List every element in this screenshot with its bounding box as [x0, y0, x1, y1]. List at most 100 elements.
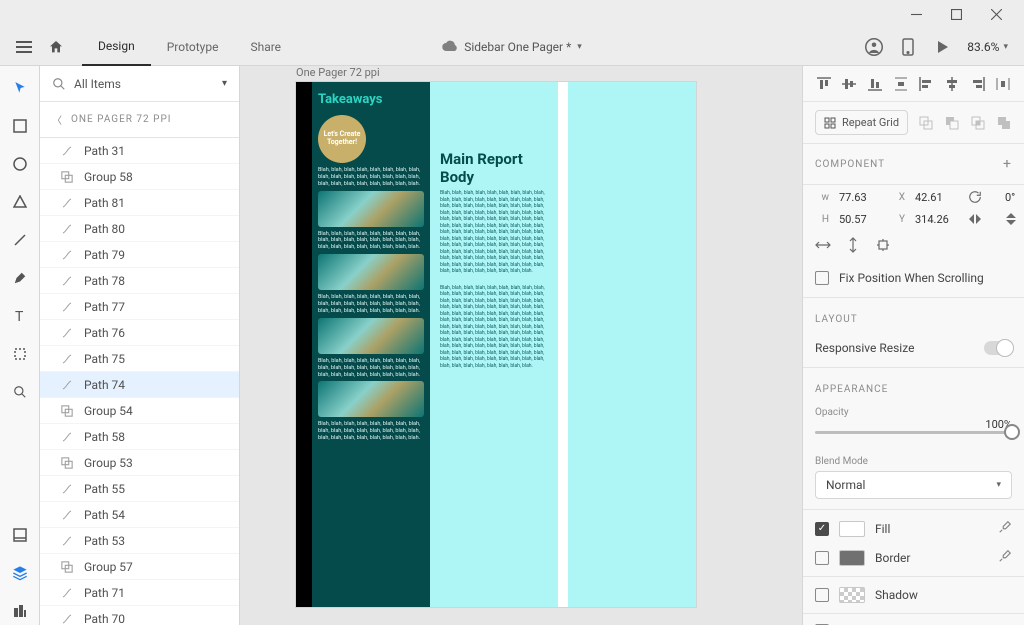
layer-row[interactable]: Path 70 [40, 606, 239, 625]
scroll-both-icon[interactable] [875, 237, 891, 253]
layer-row[interactable]: Path 53 [40, 528, 239, 554]
play-icon[interactable] [933, 38, 951, 56]
ellipse-tool[interactable] [6, 150, 34, 178]
transform-extra [803, 237, 1024, 263]
assets-panel-icon[interactable] [6, 521, 34, 549]
align-bottom-icon[interactable] [867, 76, 883, 92]
rotate-icon[interactable] [967, 189, 983, 205]
document-title-text: Sidebar One Pager * [464, 40, 571, 54]
layer-row[interactable]: Path 75 [40, 346, 239, 372]
exclude-icon[interactable] [996, 115, 1012, 131]
window-close[interactable] [984, 2, 1008, 26]
layer-row[interactable]: Group 58 [40, 164, 239, 190]
fix-position-checkbox[interactable] [815, 271, 829, 285]
rectangle-tool[interactable] [6, 112, 34, 140]
polygon-tool[interactable] [6, 188, 34, 216]
layer-row[interactable]: Path 71 [40, 580, 239, 606]
y-input[interactable] [913, 212, 959, 227]
layer-row[interactable]: Path 78 [40, 268, 239, 294]
align-left-icon[interactable] [918, 76, 934, 92]
blend-mode-select[interactable]: Normal ▾ [815, 471, 1012, 499]
subtract-icon[interactable] [944, 115, 960, 131]
layer-row[interactable]: Path 58 [40, 424, 239, 450]
layer-row[interactable]: Path 74 [40, 372, 239, 398]
opacity-slider[interactable] [815, 418, 1012, 446]
layer-row[interactable]: Path 76 [40, 320, 239, 346]
artboard[interactable]: Takeaways Let's Create Together! Blah, b… [296, 82, 696, 607]
flip-h-icon[interactable] [967, 211, 983, 227]
layer-row[interactable]: Path 80 [40, 216, 239, 242]
border-row[interactable]: Border [803, 543, 1024, 572]
align-hcenter-icon[interactable] [944, 76, 960, 92]
scroll-v-icon[interactable] [845, 237, 861, 253]
artboard-label[interactable]: One Pager 72 ppi [296, 66, 380, 79]
plugins-panel-icon[interactable] [6, 597, 34, 625]
layer-row[interactable]: Group 53 [40, 450, 239, 476]
distribute-h-icon[interactable] [995, 76, 1011, 92]
select-tool[interactable] [6, 74, 34, 102]
layer-row[interactable]: Path 81 [40, 190, 239, 216]
tab-design[interactable]: Design [82, 28, 151, 66]
layer-row[interactable]: Path 55 [40, 476, 239, 502]
add-component-button[interactable]: + [1003, 156, 1012, 172]
border-checkbox[interactable] [815, 551, 829, 565]
fill-checkbox[interactable] [815, 522, 829, 536]
layer-row[interactable]: Path 54 [40, 502, 239, 528]
distribute-v-icon[interactable] [893, 76, 909, 92]
window-maximize[interactable] [944, 2, 968, 26]
layer-row[interactable]: Path 31 [40, 138, 239, 164]
tab-prototype[interactable]: Prototype [151, 28, 235, 66]
responsive-toggle[interactable] [984, 341, 1012, 355]
shadow-swatch[interactable] [839, 587, 865, 603]
zoom-tool[interactable] [6, 378, 34, 406]
align-right-icon[interactable] [970, 76, 986, 92]
layer-row[interactable]: Group 54 [40, 398, 239, 424]
layers-panel-icon[interactable] [6, 559, 34, 587]
responsive-row[interactable]: Responsive Resize [803, 333, 1024, 363]
layer-label: Group 53 [84, 456, 133, 470]
layer-row[interactable]: Path 77 [40, 294, 239, 320]
union-icon[interactable] [918, 115, 934, 131]
window-minimize[interactable] [904, 2, 928, 26]
layers-list[interactable]: Path 31Group 58Path 81Path 80Path 79Path… [40, 138, 239, 625]
layers-breadcrumb[interactable]: 〈 ONE PAGER 72 PPI [40, 102, 239, 138]
repeat-grid-button[interactable]: Repeat Grid [815, 110, 908, 135]
border-swatch[interactable] [839, 550, 865, 566]
layer-label: Group 54 [84, 404, 133, 418]
zoom-dropdown[interactable]: 83.6% ▾ [967, 40, 1008, 54]
line-tool[interactable] [6, 226, 34, 254]
column-gap [558, 82, 568, 607]
shadow-checkbox[interactable] [815, 588, 829, 602]
intersect-icon[interactable] [970, 115, 986, 131]
mobile-preview-icon[interactable] [899, 38, 917, 56]
width-input[interactable] [837, 190, 883, 205]
align-vcenter-icon[interactable] [841, 76, 857, 92]
hamburger-menu[interactable] [10, 33, 38, 61]
pen-tool[interactable] [6, 264, 34, 292]
artboard-black-strip [296, 82, 312, 607]
user-icon[interactable] [865, 38, 883, 56]
flip-v-icon[interactable] [1003, 211, 1019, 227]
text-tool[interactable]: T [6, 302, 34, 330]
bgblur-row[interactable]: Background Blur [803, 618, 1024, 625]
artboard-tool[interactable] [6, 340, 34, 368]
shadow-row[interactable]: Shadow [803, 581, 1024, 609]
layer-row[interactable]: Group 57 [40, 554, 239, 580]
tab-share[interactable]: Share [234, 28, 297, 66]
fix-position-row[interactable]: Fix Position When Scrolling [803, 263, 1024, 293]
home-button[interactable] [42, 33, 70, 61]
canvas[interactable]: One Pager 72 ppi Takeaways Let's Create … [240, 66, 802, 625]
eyedropper-icon[interactable] [998, 549, 1012, 566]
scroll-h-icon[interactable] [815, 237, 831, 253]
align-top-icon[interactable] [816, 76, 832, 92]
document-title[interactable]: Sidebar One Pager * ▾ [442, 39, 582, 54]
height-input[interactable] [837, 212, 883, 227]
fill-swatch[interactable] [839, 521, 865, 537]
layer-row[interactable]: Path 79 [40, 242, 239, 268]
layers-filter[interactable]: All Items ▾ [40, 66, 239, 102]
fill-row[interactable]: Fill [803, 514, 1024, 543]
x-input[interactable] [913, 190, 959, 205]
rotation-input[interactable] [1003, 190, 1024, 205]
search-icon [52, 77, 66, 91]
eyedropper-icon[interactable] [998, 520, 1012, 537]
